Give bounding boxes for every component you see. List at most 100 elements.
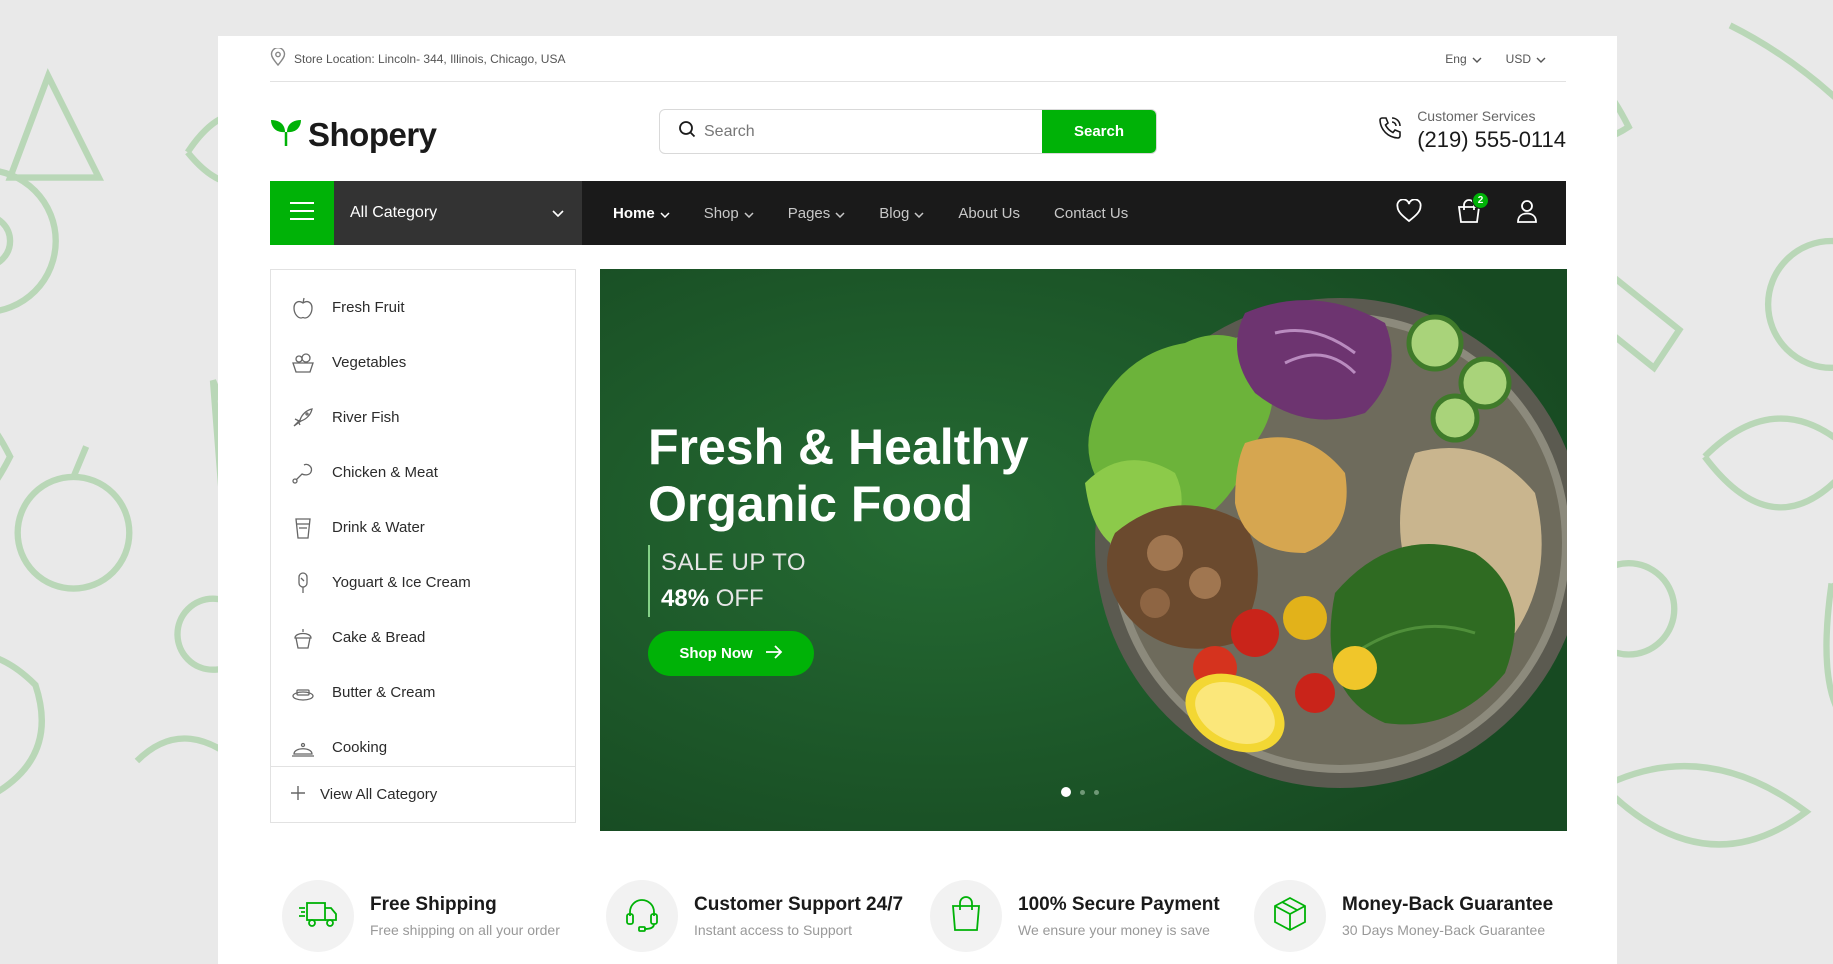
search-button[interactable]: Search (1042, 110, 1156, 153)
feature-secure-payment: 100% Secure Payment We ensure your money… (918, 868, 1242, 964)
currency-value: USD (1505, 51, 1531, 66)
all-category-dropdown[interactable]: All Category (334, 181, 582, 245)
sidebar-item-label: Chicken & Meat (332, 464, 438, 481)
all-category-label: All Category (350, 204, 438, 221)
chevron-down-icon (552, 204, 564, 222)
sidebar-item-label: Drink & Water (332, 519, 425, 536)
slider-dot-3[interactable] (1094, 789, 1099, 795)
sidebar-item-yoguart-ice-cream[interactable]: Yoguart & Ice Cream (271, 555, 575, 610)
feature-free-shipping: Free Shipping Free shipping on all your … (270, 868, 594, 964)
search-input[interactable] (704, 122, 1004, 141)
nav-item-about-us[interactable]: About Us (958, 205, 1020, 222)
plus-icon (290, 785, 306, 805)
chicken-leg-icon (290, 460, 316, 486)
arrow-right-icon (765, 644, 783, 663)
nav-item-pages[interactable]: Pages (788, 205, 846, 222)
sidebar-item-drink-water[interactable]: Drink & Water (271, 500, 575, 555)
nav-item-label: Home (613, 204, 655, 222)
food-doodle-pattern-right (1617, 0, 1833, 964)
slider-dot-1[interactable] (1061, 787, 1071, 797)
slider-dot-2[interactable] (1080, 789, 1085, 795)
store-location: Store Location: Lincoln- 344, Illinois, … (270, 47, 565, 69)
hamburger-menu-button[interactable] (270, 181, 334, 245)
feature-desc: Instant access to Support (694, 922, 852, 938)
chevron-down-icon (914, 205, 924, 222)
nav-item-shop[interactable]: Shop (704, 205, 754, 222)
apple-icon (290, 295, 316, 321)
language-dropdown[interactable]: Eng (1445, 51, 1482, 66)
food-doodle-pattern-left (0, 0, 218, 964)
user-account-icon[interactable] (1516, 199, 1538, 228)
nav-item-label: Pages (787, 204, 831, 222)
delivery-truck-icon (298, 899, 338, 934)
phone-icon (1377, 115, 1403, 146)
sidebar-item-river-fish[interactable]: River Fish (271, 390, 575, 445)
map-pin-icon (270, 47, 286, 69)
currency-dropdown[interactable]: USD (1506, 52, 1546, 66)
sidebar-item-label: Fresh Fruit (332, 299, 405, 316)
sidebar-item-butter-cream[interactable]: Butter & Cream (271, 665, 575, 720)
nav-item-home[interactable]: Home (613, 205, 670, 222)
nav-menu: Home Shop Pages Blog About Us Contact Us (613, 205, 1128, 222)
sale-value: 48% OFF (661, 581, 806, 617)
sale-callout: SALE UP TO 48% OFF (648, 545, 806, 617)
shop-now-button[interactable]: Shop Now (648, 631, 814, 676)
feature-customer-support: Customer Support 24/7 Instant access to … (594, 868, 918, 964)
chevron-down-icon (1536, 52, 1546, 66)
package-icon (1272, 896, 1308, 937)
sale-off: OFF (715, 585, 764, 612)
chevron-down-icon (744, 205, 754, 222)
cloche-icon (290, 735, 316, 761)
logo-text: Shopery (308, 116, 437, 153)
nav-item-label: Shop (703, 204, 739, 222)
feature-title: 100% Secure Payment (1018, 894, 1220, 915)
cup-icon (290, 515, 316, 541)
support-label: Customer Services (1417, 108, 1536, 124)
nav-item-contact-us[interactable]: Contact Us (1054, 205, 1128, 222)
feature-desc: We ensure your money is save (1018, 922, 1210, 938)
hero-title-line-1: Fresh & Healthy (648, 419, 1029, 475)
sidebar-item-label: River Fish (332, 409, 400, 426)
feature-desc: Free shipping on all your order (370, 922, 560, 938)
sidebar-item-fresh-fruit[interactable]: Fresh Fruit (271, 280, 575, 335)
slider-dots (1061, 787, 1099, 797)
features-strip: Free Shipping Free shipping on all your … (270, 868, 1566, 964)
sidebar-item-label: Vegetables (332, 354, 407, 371)
chevron-down-icon (660, 205, 670, 222)
feature-title: Free Shipping (370, 894, 497, 915)
wishlist-heart-icon[interactable] (1396, 197, 1422, 228)
main-nav: All Category Home Shop Pages Blog About … (270, 181, 1566, 245)
sidebar-item-label: Yoguart & Ice Cream (332, 574, 471, 591)
sale-label: SALE UP TO (661, 549, 807, 576)
cart-count-badge: 2 (1472, 191, 1489, 209)
leaf-logo-icon (270, 118, 302, 153)
feature-title: Money-Back Guarantee (1342, 894, 1554, 915)
sidebar-item-cake-bread[interactable]: Cake & Bread (271, 610, 575, 665)
ice-cream-icon (290, 570, 316, 596)
language-value: Eng (1445, 51, 1467, 66)
header: Shopery Search Customer Services (219) 5… (270, 82, 1566, 190)
nav-item-label: Contact Us (1054, 204, 1129, 222)
top-bar: Store Location: Lincoln- 344, Illinois, … (270, 36, 1566, 82)
feature-desc: 30 Days Money-Back Guarantee (1342, 922, 1546, 938)
chevron-down-icon (835, 205, 845, 222)
category-sidebar: Fresh Fruit Vegetables River Fish Chicken &… (270, 269, 576, 823)
vegetable-basket-icon (290, 350, 316, 376)
view-all-category-link[interactable]: View All Category (271, 766, 575, 822)
sidebar-item-chicken-meat[interactable]: Chicken & Meat (271, 445, 575, 500)
sidebar-item-vegetables[interactable]: Vegetables (271, 335, 575, 390)
butter-icon (290, 680, 316, 706)
sidebar-item-label: Cake & Bread (332, 629, 426, 646)
sale-percent: 48% (661, 585, 710, 612)
view-all-label: View All Category (320, 786, 438, 803)
cart-button[interactable]: 2 (1456, 191, 1489, 229)
nav-item-blog[interactable]: Blog (879, 205, 924, 222)
nav-item-label: About Us (958, 204, 1021, 222)
feature-title: Customer Support 24/7 (694, 894, 904, 915)
shopping-bag-icon (1456, 198, 1482, 228)
support-phone[interactable]: (219) 555-0114 (1417, 127, 1566, 153)
customer-services: Customer Services (219) 555-0114 (1377, 108, 1566, 153)
fish-icon (290, 405, 316, 431)
logo[interactable]: Shopery (270, 116, 437, 154)
cupcake-icon (290, 625, 316, 651)
